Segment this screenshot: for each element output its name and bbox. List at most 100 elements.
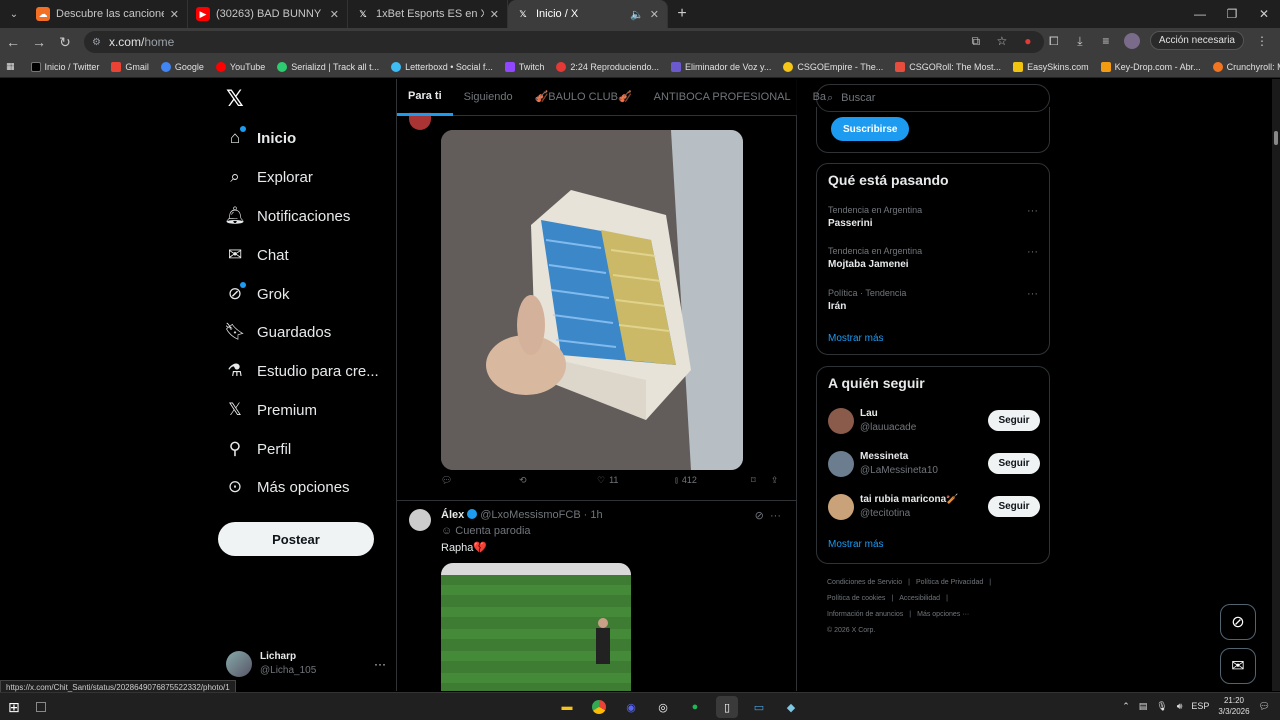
post-photo[interactable] [441, 130, 743, 470]
search-input[interactable] [841, 92, 1022, 104]
more-dots-icon[interactable]: ··· [1027, 288, 1038, 300]
notepad-icon[interactable]: ▯ [716, 696, 738, 718]
scrollbar-thumb[interactable] [1274, 131, 1278, 145]
tab-search-chevron-icon[interactable]: ⌄ [0, 0, 28, 28]
sidebar-item-profile[interactable]: ⚲ Perfil [218, 430, 388, 468]
sidebar-item-notifications[interactable]: 🔔︎ Notificaciones [218, 197, 388, 235]
file-explorer-icon[interactable]: ▬ [556, 696, 578, 718]
more-dots-icon[interactable]: ··· [770, 510, 781, 522]
bookmark[interactable]: Serializd | Track all t... [277, 61, 379, 72]
bookmark[interactable]: Gmail [111, 61, 149, 72]
follow-button[interactable]: Seguir [988, 453, 1040, 474]
reply-icon[interactable]: 💬︎ [441, 475, 452, 486]
x-logo-icon[interactable]: 𝕏 [226, 88, 246, 110]
sidebar-item-more-options[interactable]: ⊙ Más opciones [218, 468, 388, 506]
account-switcher[interactable]: Licharp @Licha_105 ··· [226, 647, 386, 681]
bookmark[interactable]: CSGORoll: The Most... [895, 61, 1001, 72]
footer-link[interactable]: Más opciones ··· [917, 611, 969, 618]
bookmark[interactable]: 2:24 Reproduciendo... [556, 61, 659, 72]
bookmark[interactable]: Eliminador de Voz y... [670, 61, 771, 72]
bookmark-icon[interactable]: ⌑ [751, 475, 756, 486]
tab-antiboca[interactable]: ANTIBOCA PROFESIONAL [643, 79, 802, 116]
close-icon[interactable]: ✕ [170, 8, 179, 21]
url-field[interactable]: ⚙ x.com/home [84, 31, 1044, 53]
author-line[interactable]: Álex @LxoMessismoFCB · 1h [441, 509, 603, 521]
views-button[interactable]: ⫾ 412 [675, 475, 697, 486]
show-more-link[interactable]: Mostrar más [828, 333, 884, 344]
follow-suggestion[interactable]: Messineta @LaMessineta10 Seguir [828, 448, 1040, 482]
apps-grid-icon[interactable]: ▦ [6, 61, 15, 72]
close-icon[interactable]: ✕ [330, 8, 339, 21]
post-button[interactable]: Postear [218, 522, 374, 556]
app-icon[interactable]: ◆ [780, 696, 802, 718]
bookmark[interactable]: YouTube [215, 61, 265, 72]
notifications-icon[interactable]: 💬︎ [1259, 701, 1270, 712]
microphone-icon[interactable]: 🎙︎ [1156, 701, 1167, 712]
star-icon[interactable]: ☆ [994, 33, 1010, 49]
bookmark[interactable]: Inicio / Twitter [30, 61, 99, 72]
more-dots-icon[interactable]: ··· [374, 657, 386, 671]
close-icon[interactable]: ✕ [490, 8, 499, 21]
tab-baulo-club[interactable]: 🎻BAULO CLUB🎻 [524, 79, 643, 116]
messages-float-button[interactable]: ✉ [1220, 648, 1256, 684]
sidebar-item-grok[interactable]: ⊘ Grok [218, 275, 388, 313]
grok-float-button[interactable]: ⊘ [1220, 604, 1256, 640]
cast-icon[interactable]: ⧉ [968, 33, 984, 49]
bookmark[interactable]: Key-Drop.com - Abr... [1100, 61, 1201, 72]
sidebar-item-creator-studio[interactable]: ⚗ Estudio para cre... [218, 352, 388, 390]
show-more-link[interactable]: Mostrar más [828, 539, 884, 550]
follow-button[interactable]: Seguir [988, 410, 1040, 431]
back-icon[interactable]: ← [0, 34, 26, 50]
follow-button[interactable]: Seguir [988, 496, 1040, 517]
trend-item[interactable]: Tendencia en Argentina Mojtaba Jamenei ·… [828, 246, 1038, 270]
reload-icon[interactable]: ↻ [52, 34, 78, 51]
footer-link[interactable]: Política de cookies [827, 595, 885, 602]
mute-icon[interactable]: 🔈 [630, 8, 644, 21]
sidebar-item-chat[interactable]: ✉ Chat [218, 236, 388, 274]
bookmark[interactable]: Twitch [504, 61, 544, 72]
bookmark[interactable]: EasySkins.com [1013, 61, 1089, 72]
tab-for-you[interactable]: Para ti [397, 79, 453, 116]
footer-link[interactable]: Condiciones de Servicio [827, 579, 902, 586]
repost-icon[interactable]: ⟲ [519, 475, 527, 486]
browser-tab[interactable]: ☁ Descubre las canciones más escuchadas … [28, 0, 188, 28]
page-scrollbar[interactable] [1272, 79, 1280, 691]
puzzle-icon[interactable]: ⧠ [1046, 33, 1062, 49]
search-bar[interactable]: ⌕ [816, 84, 1050, 112]
follow-suggestion[interactable]: tai rubia maricona🏏 @tecitotina Seguir [828, 491, 1040, 525]
footer-link[interactable]: Política de Privacidad [916, 579, 983, 586]
menu-dots-icon[interactable]: ⋮ [1254, 33, 1270, 49]
browser-tab[interactable]: ▶ (30263) BAD BUNNY - NADIE SABE ✕ [188, 0, 348, 28]
like-button[interactable]: ♡ 11 [597, 475, 618, 486]
more-dots-icon[interactable]: ··· [1027, 246, 1038, 258]
spotify-icon[interactable]: ● [684, 696, 706, 718]
sidebar-item-premium[interactable]: 𝕏 Premium [218, 391, 388, 429]
site-info-icon[interactable]: ⚙ [92, 37, 101, 48]
footer-link[interactable]: Accesibilidad [899, 595, 940, 602]
more-dots-icon[interactable]: ··· [1027, 205, 1038, 217]
tab-following[interactable]: Siguiendo [453, 79, 524, 116]
windows-start-icon[interactable]: ⊞ [8, 699, 20, 716]
close-window-icon[interactable]: ✕ [1248, 0, 1280, 28]
app-window-icon[interactable]: ▭ [748, 696, 770, 718]
grok-icon[interactable]: ⊘ [755, 510, 764, 522]
steam-icon[interactable]: ◎ [652, 696, 674, 718]
minimize-icon[interactable]: — [1184, 0, 1216, 28]
new-tab-button[interactable]: + [668, 5, 696, 23]
language-indicator[interactable]: ESP [1191, 701, 1209, 711]
maximize-icon[interactable]: ❐ [1216, 0, 1248, 28]
share-icon[interactable]: ⇪ [771, 475, 779, 486]
profile-avatar-icon[interactable] [1123, 32, 1140, 49]
forward-icon[interactable]: → [26, 34, 52, 50]
volume-icon[interactable]: 🔊︎ [1177, 701, 1183, 712]
follow-suggestion[interactable]: Lau @lauuacade Seguir [828, 405, 1040, 439]
sidebar-item-explore[interactable]: ⌕ Explorar [218, 158, 388, 196]
extension-red-icon[interactable]: ● [1020, 33, 1036, 49]
discord-icon[interactable]: ◉ [620, 696, 642, 718]
trend-item[interactable]: Política · Tendencia Irán ··· [828, 288, 1038, 312]
close-icon[interactable]: ✕ [650, 8, 659, 21]
browser-tab[interactable]: 𝕏 1xBet Esports ES en X: "CS:GO ✕ [348, 0, 508, 28]
chrome-icon[interactable] [588, 696, 610, 718]
sidebar-item-bookmarks[interactable]: 🔖︎ Guardados [218, 313, 388, 351]
task-view-icon[interactable] [36, 702, 46, 712]
